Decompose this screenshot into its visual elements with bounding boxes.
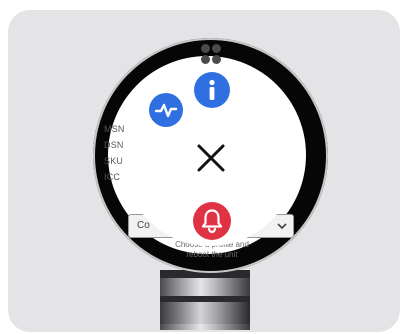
profile-note-line2: reboot the unit xyxy=(186,250,238,259)
info-icon xyxy=(209,79,215,100)
grid-dot xyxy=(201,55,210,64)
info-button[interactable] xyxy=(194,72,230,108)
bell-icon xyxy=(201,209,223,234)
device-stand-base xyxy=(160,302,250,324)
health-button[interactable] xyxy=(149,93,183,127)
label-dsn: DSN xyxy=(104,140,124,150)
grid-dot xyxy=(201,44,210,53)
profile-dropdown-value: Co xyxy=(137,220,150,231)
grid-dot xyxy=(212,44,221,53)
label-icc: ICC xyxy=(104,172,121,182)
close-button[interactable] xyxy=(193,140,229,176)
close-icon xyxy=(197,144,225,172)
alarm-button[interactable] xyxy=(193,202,231,240)
chevron-down-icon xyxy=(277,223,287,230)
grid-dot xyxy=(212,55,221,64)
label-msn: MSN xyxy=(104,124,125,134)
apps-grid-icon[interactable] xyxy=(200,43,222,65)
pulse-icon xyxy=(154,103,178,118)
label-sku: SKU xyxy=(104,156,124,166)
